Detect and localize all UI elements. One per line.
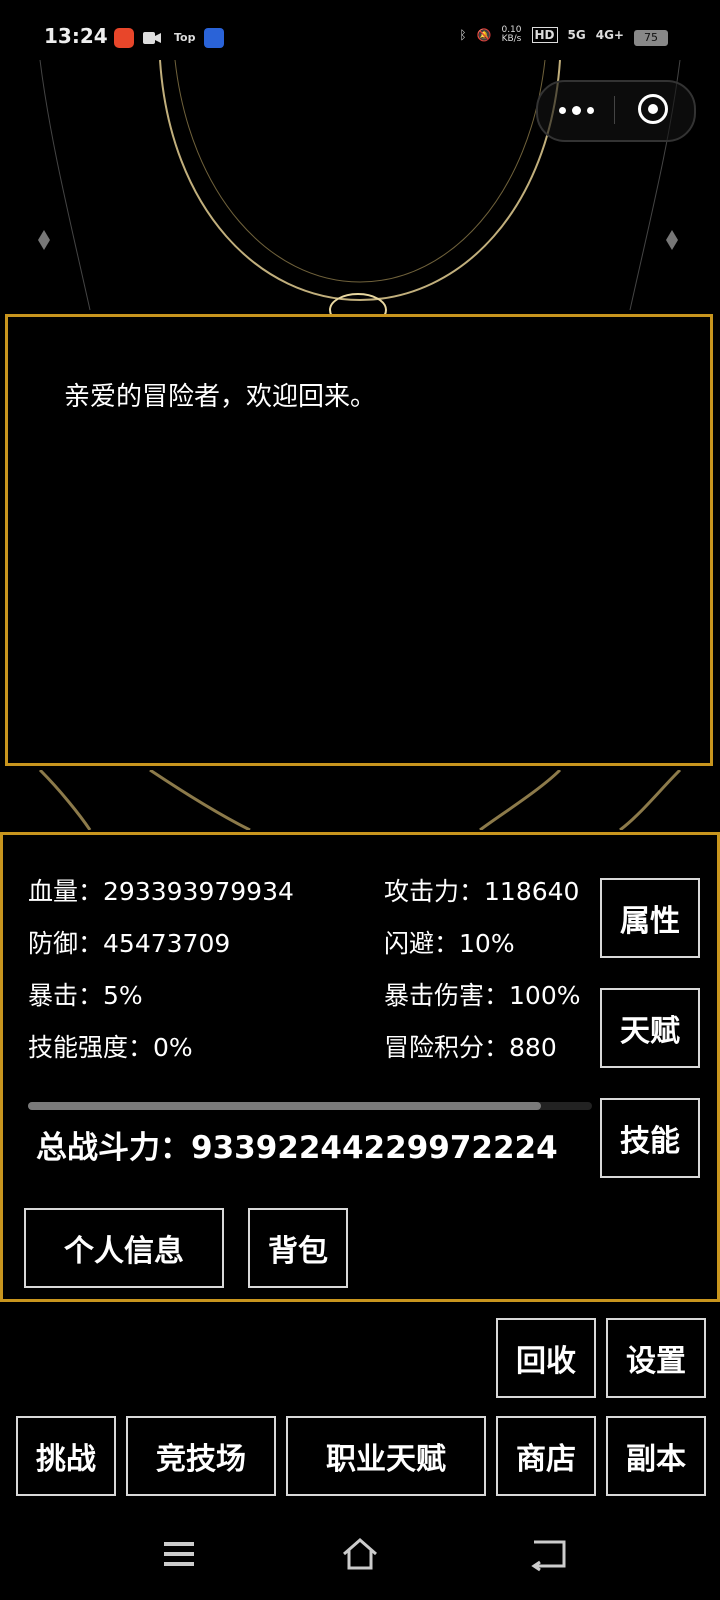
video-camera-icon: [143, 32, 161, 44]
skills-button[interactable]: 技能: [600, 1098, 700, 1178]
signal-5g-icon: 5G: [567, 28, 586, 42]
stat-hp-label: 血量：: [28, 877, 104, 906]
attributes-button[interactable]: 属性: [600, 878, 700, 958]
stat-crit-damage-value: 100%: [509, 981, 581, 1010]
stat-dodge-value: 10%: [459, 929, 515, 958]
welcome-message: 亲爱的冒险者，欢迎回来。: [64, 382, 377, 412]
top-app-icon: Top: [174, 31, 196, 44]
mute-icon: 🔕: [476, 28, 492, 42]
hd-icon: HD: [531, 27, 558, 43]
system-indicators: ᛒ 🔕 0.10 KB/s HD 5G 4G+: [459, 26, 624, 44]
stat-crit-value: 5%: [103, 981, 143, 1010]
power-progress-fill: [28, 1102, 542, 1110]
stat-dodge: 闪避：10%: [384, 924, 515, 960]
bag-button[interactable]: 背包: [248, 1208, 348, 1288]
stat-defense-label: 防御：: [28, 929, 104, 958]
network-speed: 0.10 KB/s: [501, 25, 522, 44]
stat-adventure-score-value: 880: [509, 1033, 557, 1062]
capsule-divider: [614, 96, 615, 124]
total-combat-power: 总战斗力：93392244229972224: [36, 1122, 558, 1167]
recycle-button[interactable]: 回收: [496, 1318, 596, 1398]
profile-button[interactable]: 个人信息: [24, 1208, 224, 1288]
class-talent-button[interactable]: 职业天赋: [286, 1416, 486, 1496]
challenge-button[interactable]: 挑战: [16, 1416, 116, 1496]
target-icon[interactable]: [638, 94, 668, 124]
stat-skill-power-label: 技能强度：: [28, 1033, 154, 1062]
stat-dodge-label: 闪避：: [384, 929, 460, 958]
stat-attack: 攻击力：118640: [384, 872, 579, 908]
notification-app-icon: [114, 28, 134, 48]
more-dots-icon[interactable]: [556, 96, 596, 124]
stat-defense: 防御：45473709: [28, 924, 230, 960]
browser-app-icon: [204, 28, 224, 48]
stat-adventure-score: 冒险积分：880: [384, 1028, 557, 1064]
stat-attack-value: 118640: [484, 877, 580, 906]
home-icon[interactable]: [340, 1536, 380, 1572]
stat-hp: 血量：293393979934: [28, 872, 294, 908]
stat-skill-power: 技能强度：0%: [28, 1028, 193, 1064]
menu-icon[interactable]: [160, 1536, 200, 1572]
total-power-label: 总战斗力：: [36, 1130, 191, 1166]
dungeon-button[interactable]: 副本: [606, 1416, 706, 1496]
arena-button[interactable]: 竞技场: [126, 1416, 276, 1496]
battery-icon: 75: [634, 30, 668, 46]
settings-button[interactable]: 设置: [606, 1318, 706, 1398]
shop-button[interactable]: 商店: [496, 1416, 596, 1496]
stat-crit: 暴击：5%: [28, 976, 143, 1012]
back-icon[interactable]: [530, 1536, 570, 1572]
stat-hp-value: 293393979934: [103, 877, 294, 906]
stat-skill-power-value: 0%: [153, 1033, 193, 1062]
stat-attack-label: 攻击力：: [384, 877, 485, 906]
stat-crit-damage-label: 暴击伤害：: [384, 981, 510, 1010]
decorative-rune-art: [38, 770, 682, 830]
stat-crit-damage: 暴击伤害：100%: [384, 976, 581, 1012]
status-time: 13:24: [44, 24, 108, 48]
stat-crit-label: 暴击：: [28, 981, 104, 1010]
stat-adventure-score-label: 冒险积分：: [384, 1033, 510, 1062]
total-power-value: 93392244229972224: [191, 1130, 558, 1166]
bluetooth-icon: ᛒ: [459, 28, 467, 42]
talent-button[interactable]: 天赋: [600, 988, 700, 1068]
signal-4g-icon: 4G+: [595, 28, 624, 42]
stat-defense-value: 45473709: [103, 929, 231, 958]
